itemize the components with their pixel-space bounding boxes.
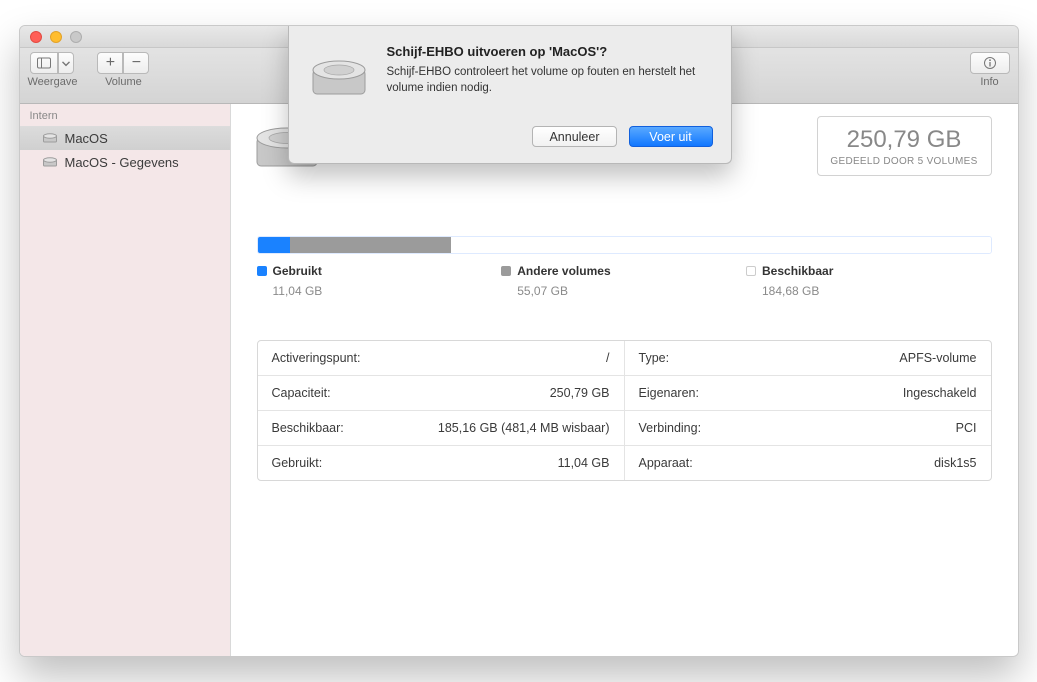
volume-icon [42,154,58,170]
legend-used-label: Gebruikt [273,264,322,278]
cell-key: Gebruikt: [272,456,323,470]
add-volume-button[interactable]: + [97,52,123,74]
sidebar-item-label: MacOS [65,131,108,146]
volume-label: Volume [105,76,142,88]
sidebar-section-header: Intern [20,104,230,126]
capacity-panel: 250,79 GB GEDEELD DOOR 5 VOLUMES [817,116,992,176]
cell-val: 250,79 GB [550,386,610,400]
row-capacity: Capaciteit: 250,79 GB [258,376,624,411]
dialog-title: Schijf-EHBO uitvoeren op 'MacOS'? [387,44,713,59]
cell-key: Beschikbaar: [272,421,344,435]
legend-used: Gebruikt 11,04 GB [257,264,502,298]
cell-val: 185,16 GB (481,4 MB wisbaar) [438,421,610,435]
swatch-used [257,266,267,276]
usage-section: Gebruikt 11,04 GB Andere volumes 55,07 G… [257,236,992,298]
main-pane: 250,79 GB GEDEELD DOOR 5 VOLUMES Gebruik… [231,104,1018,656]
run-button-label: Voer uit [649,130,691,144]
view-label: Weergave [28,76,78,88]
legend-available-value: 184,68 GB [746,284,991,298]
remove-volume-button[interactable]: − [123,52,149,74]
legend-other: Andere volumes 55,07 GB [501,264,746,298]
dialog-text: Schijf-EHBO uitvoeren op 'MacOS'? Schijf… [387,44,713,108]
cell-val: / [606,351,609,365]
details-col-left: Activeringspunt: / Capaciteit: 250,79 GB B… [258,341,625,480]
legend-available: Beschikbaar 184,68 GB [746,264,991,298]
cell-val: PCI [956,421,977,435]
capacity-value: 250,79 GB [847,126,962,154]
sidebar-toggle-button[interactable] [30,52,58,74]
sidebar-icon [36,55,52,71]
usage-segment-used [258,237,290,253]
cell-val: disk1s5 [934,456,976,470]
view-group: Weergave [28,52,78,88]
row-used: Gebruikt: 11,04 GB [258,446,624,480]
cancel-button-label: Annuleer [549,130,599,144]
cell-val: APFS-volume [899,351,976,365]
cell-key: Capaciteit: [272,386,331,400]
info-button[interactable] [970,52,1010,74]
cell-key: Activeringspunt: [272,351,361,365]
usage-segment-free [451,237,991,253]
first-aid-dialog: Schijf-EHBO uitvoeren op 'MacOS'? Schijf… [288,26,732,164]
row-owners: Eigenaren: Ingeschakeld [625,376,991,411]
usage-segment-other [290,237,451,253]
sidebar-item-label: MacOS - Gegevens [65,155,179,170]
cancel-button[interactable]: Annuleer [532,126,616,147]
dialog-drive-icon [307,44,371,108]
swatch-other [501,266,511,276]
view-menu-button[interactable] [58,52,74,74]
chevron-down-icon [59,55,73,71]
row-available: Beschikbaar: 185,16 GB (481,4 MB wisbaar) [258,411,624,446]
window: Schijfhulpprogramma Weergave + − Volume [19,25,1019,657]
body: Intern MacOS MacOS - Gegevens 250,79 GB [20,104,1018,656]
cell-val: Ingeschakeld [903,386,977,400]
legend-other-value: 55,07 GB [501,284,746,298]
volume-group: + − Volume [97,52,149,88]
cell-key: Verbinding: [639,421,702,435]
run-button[interactable]: Voer uit [629,126,713,147]
cell-key: Apparaat: [639,456,693,470]
cell-key: Type: [639,351,670,365]
info-group: Info [970,52,1010,88]
usage-bar [257,236,992,254]
swatch-free [746,266,756,276]
cell-key: Eigenaren: [639,386,699,400]
legend-available-label: Beschikbaar [762,264,833,278]
info-label: Info [980,76,998,88]
info-icon [982,55,998,71]
sidebar: Intern MacOS MacOS - Gegevens [20,104,231,656]
row-mountpoint: Activeringspunt: / [258,341,624,376]
capacity-subtitle: GEDEELD DOOR 5 VOLUMES [830,156,977,167]
legend-other-label: Andere volumes [517,264,610,278]
row-device: Apparaat: disk1s5 [625,446,991,480]
sidebar-item-macos[interactable]: MacOS [20,126,230,150]
usage-legend: Gebruikt 11,04 GB Andere volumes 55,07 G… [257,264,992,298]
details-col-right: Type:APFS-volume Eigenaren:Ingeschakeld … [625,341,991,480]
volume-icon [42,130,58,146]
sidebar-item-macos-data[interactable]: MacOS - Gegevens [20,150,230,174]
row-type: Type: APFS-volume [625,341,991,376]
cell-val: 11,04 GB [558,456,610,470]
details-table: Activeringspunt: / Capaciteit: 250,79 GB B… [257,340,992,481]
row-connection: Verbinding: PCI [625,411,991,446]
legend-used-value: 11,04 GB [257,284,502,298]
dialog-body: Schijf-EHBO controleert het volume op fo… [387,65,713,96]
